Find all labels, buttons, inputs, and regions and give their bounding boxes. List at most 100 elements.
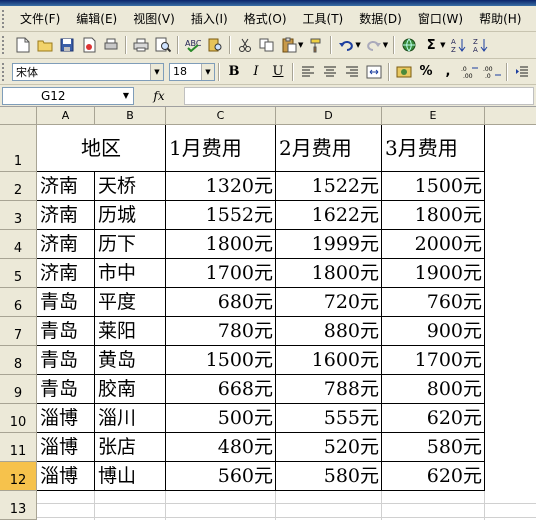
menu-format[interactable]: 格式(O) — [236, 8, 295, 30]
hyperlink-button[interactable] — [398, 34, 420, 56]
cell-b6[interactable]: 平度 — [95, 288, 166, 317]
undo-button[interactable] — [335, 34, 357, 56]
cell-b11[interactable]: 张店 — [95, 433, 166, 462]
format-painter-button[interactable] — [305, 34, 327, 56]
cell-e7[interactable]: 900元 — [382, 317, 485, 346]
row-header-8[interactable]: 8 — [0, 346, 37, 375]
cell-b10[interactable]: 淄川 — [95, 404, 166, 433]
row-header-7[interactable]: 7 — [0, 317, 37, 346]
underline-button[interactable]: U — [267, 61, 289, 83]
percent-style-button[interactable]: % — [415, 61, 437, 83]
row-header-5[interactable]: 5 — [0, 259, 37, 288]
cell-c12[interactable]: 560元 — [166, 462, 276, 491]
align-left-button[interactable] — [297, 61, 319, 83]
cell-d9[interactable]: 788元 — [276, 375, 382, 404]
cell-c9[interactable]: 668元 — [166, 375, 276, 404]
cell-c8[interactable]: 1500元 — [166, 346, 276, 375]
cell-d3[interactable]: 1622元 — [276, 201, 382, 230]
save-button[interactable] — [56, 34, 78, 56]
new-button[interactable] — [12, 34, 34, 56]
menu-edit[interactable]: 编辑(E) — [68, 8, 125, 30]
name-box[interactable]: G12 ▼ — [2, 86, 134, 105]
spelling-button[interactable]: ABC — [182, 34, 204, 56]
cell-b4[interactable]: 历下 — [95, 230, 166, 259]
cell-c1-jan-header[interactable]: 1月费用 — [166, 125, 276, 172]
cell-d7[interactable]: 880元 — [276, 317, 382, 346]
open-button[interactable] — [34, 34, 56, 56]
cell-e6[interactable]: 760元 — [382, 288, 485, 317]
cut-button[interactable] — [234, 34, 256, 56]
cell-a8[interactable]: 青岛 — [37, 346, 95, 375]
select-all-corner[interactable] — [0, 107, 37, 125]
menu-window[interactable]: 窗口(W) — [410, 8, 471, 30]
row-header-1[interactable]: 1 — [0, 125, 37, 172]
cell-e3[interactable]: 1800元 — [382, 201, 485, 230]
menu-insert[interactable]: 插入(I) — [183, 8, 236, 30]
cell-d2[interactable]: 1522元 — [276, 172, 382, 201]
row-header-3[interactable]: 3 — [0, 201, 37, 230]
cell-c4[interactable]: 1800元 — [166, 230, 276, 259]
chevron-down-icon[interactable]: ▼ — [150, 63, 163, 80]
cell-b5[interactable]: 市中 — [95, 259, 166, 288]
cell-e4[interactable]: 2000元 — [382, 230, 485, 259]
cell-a11[interactable]: 淄博 — [37, 433, 95, 462]
merge-center-button[interactable] — [363, 61, 385, 83]
cell-a5[interactable]: 济南 — [37, 259, 95, 288]
print-button[interactable] — [130, 34, 152, 56]
row-header-10[interactable]: 10 — [0, 404, 37, 433]
cell-b2[interactable]: 天桥 — [95, 172, 166, 201]
cell-a10[interactable]: 淄博 — [37, 404, 95, 433]
cell-a2[interactable]: 济南 — [37, 172, 95, 201]
formula-input[interactable] — [184, 86, 534, 105]
row-header-13[interactable]: 13 — [0, 491, 37, 520]
cell-b12[interactable]: 博山 — [95, 462, 166, 491]
menu-file[interactable]: 文件(F) — [12, 8, 68, 30]
bold-button[interactable]: B — [223, 61, 245, 83]
redo-dropdown-icon[interactable]: ▼ — [383, 41, 388, 49]
column-header-b[interactable]: B — [95, 107, 166, 125]
sort-descending-button[interactable]: ZA — [470, 34, 492, 56]
decrease-indent-button[interactable] — [511, 61, 533, 83]
toolbar-grip[interactable] — [2, 62, 8, 81]
cell-c6[interactable]: 680元 — [166, 288, 276, 317]
cell-a4[interactable]: 济南 — [37, 230, 95, 259]
cell-d8[interactable]: 1600元 — [276, 346, 382, 375]
cell-a12[interactable]: 淄博 — [37, 462, 95, 491]
column-header-d[interactable]: D — [276, 107, 382, 125]
cell-c10[interactable]: 500元 — [166, 404, 276, 433]
cell-b7[interactable]: 莱阳 — [95, 317, 166, 346]
cell-e11[interactable]: 580元 — [382, 433, 485, 462]
cell-e12[interactable]: 620元 — [382, 462, 485, 491]
menu-data[interactable]: 数据(D) — [351, 8, 410, 30]
row-header-2[interactable]: 2 — [0, 172, 37, 201]
cell-d1-feb-header[interactable]: 2月费用 — [276, 125, 382, 172]
row-header-6[interactable]: 6 — [0, 288, 37, 317]
chevron-down-icon[interactable]: ▼ — [119, 88, 133, 104]
comma-style-button[interactable]: , — [437, 61, 459, 83]
cell-c3[interactable]: 1552元 — [166, 201, 276, 230]
row-header-11[interactable]: 11 — [0, 433, 37, 462]
cell-b9[interactable]: 胶南 — [95, 375, 166, 404]
column-header-c[interactable]: C — [166, 107, 276, 125]
column-header-e[interactable]: E — [382, 107, 485, 125]
cell-a3[interactable]: 济南 — [37, 201, 95, 230]
cell-a9[interactable]: 青岛 — [37, 375, 95, 404]
cell-e9[interactable]: 800元 — [382, 375, 485, 404]
currency-button[interactable] — [393, 61, 415, 83]
column-header-a[interactable]: A — [37, 107, 95, 125]
cell-e1-mar-header[interactable]: 3月费用 — [382, 125, 485, 172]
align-right-button[interactable] — [341, 61, 363, 83]
column-header-f[interactable] — [485, 107, 536, 125]
cell-c11[interactable]: 480元 — [166, 433, 276, 462]
cell-e10[interactable]: 620元 — [382, 404, 485, 433]
row-header-9[interactable]: 9 — [0, 375, 37, 404]
email-button[interactable] — [100, 34, 122, 56]
menu-tools[interactable]: 工具(T) — [295, 8, 352, 30]
decrease-decimal-button[interactable]: .00.0 — [481, 61, 503, 83]
row-header-12[interactable]: 12 — [0, 462, 37, 491]
cell-a6[interactable]: 青岛 — [37, 288, 95, 317]
cell-b8[interactable]: 黄岛 — [95, 346, 166, 375]
cell-a7[interactable]: 青岛 — [37, 317, 95, 346]
align-center-button[interactable] — [319, 61, 341, 83]
cell-b3[interactable]: 历城 — [95, 201, 166, 230]
